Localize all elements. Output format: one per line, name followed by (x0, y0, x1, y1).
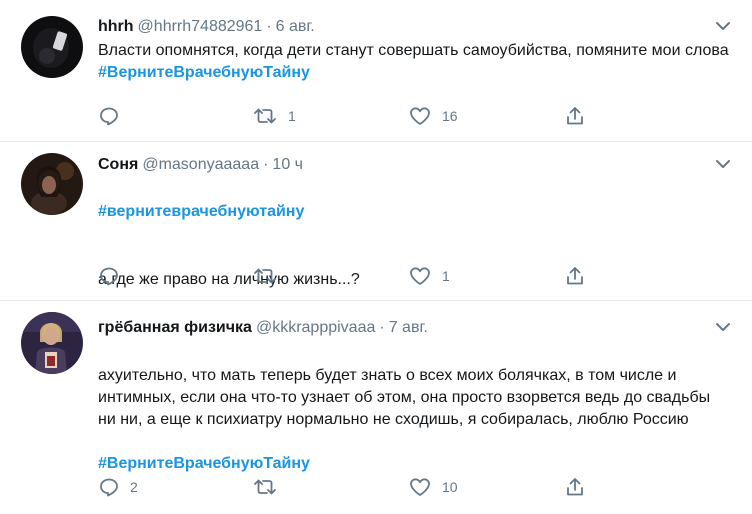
tweet-body: Власти опомнятся, когда дети станут сове… (98, 42, 729, 59)
avatar[interactable] (21, 312, 83, 374)
reply-button[interactable] (98, 105, 130, 127)
tweet-text: #вернитеврачебнуютайну а где же право на… (98, 179, 732, 313)
reply-icon (98, 265, 120, 287)
timestamp[interactable]: 7 авг. (389, 319, 428, 336)
heart-icon (408, 476, 432, 498)
like-count: 16 (442, 108, 458, 124)
retweet-button[interactable] (252, 265, 288, 287)
share-button[interactable] (564, 265, 596, 287)
retweet-button[interactable]: 1 (252, 105, 296, 127)
tweet[interactable]: hhrh @hhrrh74882961 · 6 авг. Власти опомнят… (0, 0, 752, 142)
hashtag-link[interactable]: #ВернитеВрачебнуюТайну (98, 64, 310, 81)
chevron-down-icon[interactable] (714, 19, 732, 33)
like-count: 1 (442, 268, 450, 284)
avatar[interactable] (21, 16, 83, 78)
user-handle[interactable]: @kkkrapppivaaa (256, 319, 375, 336)
hashtag-link[interactable]: #ВернитеВрачебнуюТайну (98, 453, 732, 475)
tweet-header: Соня @masonyaaaaa · 10 ч (98, 155, 732, 175)
share-icon (564, 476, 586, 498)
tweet[interactable]: Соня @masonyaaaaa · 10 ч #вернитеврачебнуют… (0, 142, 752, 301)
like-count: 10 (442, 479, 458, 495)
avatar[interactable] (21, 153, 83, 215)
tweet[interactable]: грёбанная физичка @kkkrapppivaaa · 7 авг. а… (0, 301, 752, 514)
chevron-down-icon[interactable] (714, 157, 732, 171)
share-icon (564, 265, 586, 287)
heart-icon (408, 265, 432, 287)
like-button[interactable]: 16 (408, 105, 458, 127)
reply-icon (98, 105, 120, 127)
tweet-actions: 2 10 (98, 476, 598, 498)
separator: · (266, 18, 272, 35)
timestamp[interactable]: 6 авг. (276, 18, 315, 35)
retweet-icon (252, 265, 278, 287)
share-icon (564, 105, 586, 127)
retweet-icon (252, 476, 278, 498)
like-button[interactable]: 10 (408, 476, 458, 498)
tweet-header: грёбанная физичка @kkkrapppivaaa · 7 авг. (98, 318, 732, 338)
retweet-count: 1 (288, 108, 296, 124)
tweet-text: Власти опомнятся, когда дети станут сове… (98, 40, 732, 84)
tweet-text: ахуительно, что мать теперь будет знать … (98, 343, 732, 497)
display-name[interactable]: грёбанная физичка (98, 319, 252, 336)
heart-icon (408, 105, 432, 127)
display-name[interactable]: Соня (98, 156, 138, 173)
share-button[interactable] (564, 476, 596, 498)
reply-count: 2 (130, 479, 138, 495)
like-button[interactable]: 1 (408, 265, 450, 287)
tweet-feed: hhrh @hhrrh74882961 · 6 авг. Власти опомнят… (0, 0, 752, 514)
reply-button[interactable]: 2 (98, 476, 138, 498)
separator: · (263, 156, 269, 173)
separator: · (379, 319, 385, 336)
retweet-icon (252, 105, 278, 127)
tweet-body: ахуительно, что мать теперь будет знать … (98, 367, 711, 428)
timestamp[interactable]: 10 ч (272, 156, 303, 173)
retweet-button[interactable] (252, 476, 288, 498)
chevron-down-icon[interactable] (714, 320, 732, 334)
share-button[interactable] (564, 105, 596, 127)
hashtag-link[interactable]: #вернитеврачебнуютайну (98, 201, 732, 223)
user-handle[interactable]: @masonyaaaaa (142, 156, 259, 173)
tweet-actions: 1 16 (98, 105, 598, 127)
reply-button[interactable] (98, 265, 130, 287)
tweet-header: hhrh @hhrrh74882961 · 6 авг. (98, 17, 732, 37)
user-handle[interactable]: @hhrrh74882961 (138, 18, 263, 35)
tweet-actions: 1 (98, 265, 598, 287)
reply-icon (98, 476, 120, 498)
display-name[interactable]: hhrh (98, 18, 134, 35)
